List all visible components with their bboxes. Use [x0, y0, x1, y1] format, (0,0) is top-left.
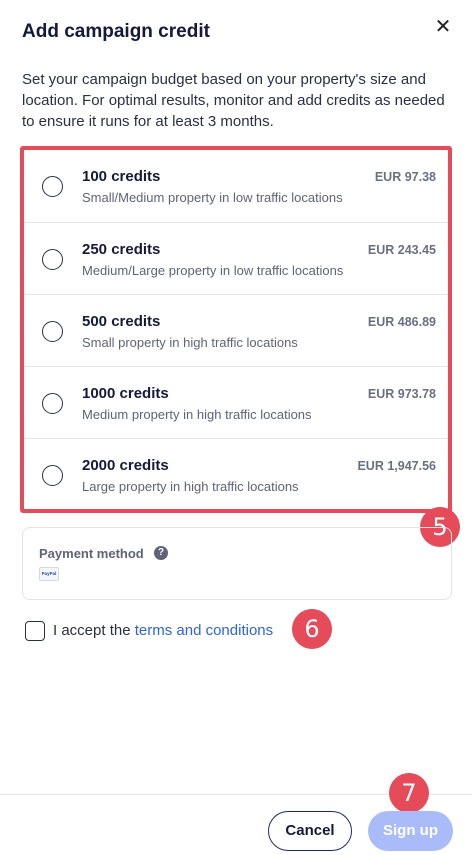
option-title: 1000 credits — [82, 385, 169, 402]
cancel-button[interactable]: Cancel — [268, 811, 352, 851]
option-subtitle: Medium/Large property in low traffic loc… — [82, 263, 344, 278]
close-icon[interactable]: ✕ — [430, 14, 456, 40]
option-subtitle: Small/Medium property in low traffic loc… — [82, 190, 343, 205]
radio-button[interactable] — [42, 393, 63, 414]
terms-text: I accept the terms and conditions — [53, 622, 273, 639]
dialog-title: Add campaign credit — [22, 21, 210, 42]
option-price: EUR 1,947.56 — [357, 459, 436, 473]
sign-up-button[interactable]: Sign up — [368, 811, 453, 851]
radio-button[interactable] — [42, 249, 63, 270]
option-title: 250 credits — [82, 241, 161, 258]
credit-option-2000[interactable]: 2000 credits Large property in high traf… — [24, 438, 448, 510]
option-price: EUR 486.89 — [367, 315, 436, 329]
dialog-header: Add campaign credit ✕ — [22, 16, 456, 50]
credit-option-250[interactable]: 250 credits Medium/Large property in low… — [24, 222, 448, 294]
radio-button[interactable] — [42, 176, 63, 197]
payment-method-box: Payment method ? PayPal — [22, 527, 452, 600]
credit-option-500[interactable]: 500 credits Small property in high traff… — [24, 294, 448, 366]
option-title: 500 credits — [82, 313, 161, 330]
question-circle-icon[interactable]: ? — [154, 546, 168, 560]
radio-button[interactable] — [42, 321, 63, 342]
dialog-description: Set your campaign budget based on your p… — [22, 71, 445, 130]
terms-link[interactable]: terms and conditions — [135, 622, 273, 639]
annotation-badge-7: 7 — [389, 773, 429, 813]
credit-options-list: 100 credits Small/Medium property in low… — [20, 146, 452, 513]
option-subtitle: Small property in high traffic locations — [82, 335, 298, 350]
option-price: EUR 973.78 — [367, 387, 436, 401]
paypal-logo-icon: PayPal — [39, 567, 59, 581]
option-subtitle: Large property in high traffic locations — [82, 479, 299, 494]
terms-prefix: I accept the — [53, 622, 135, 639]
radio-button[interactable] — [42, 465, 63, 486]
payment-method-label: Payment method — [39, 546, 144, 561]
option-subtitle: Medium property in high traffic location… — [82, 407, 312, 422]
credit-option-100[interactable]: 100 credits Small/Medium property in low… — [24, 150, 448, 222]
option-price: EUR 243.45 — [367, 243, 436, 257]
annotation-badge-6: 6 — [292, 609, 332, 649]
option-title: 100 credits — [82, 168, 161, 185]
terms-checkbox[interactable] — [25, 621, 45, 641]
credit-option-1000[interactable]: 1000 credits Medium property in high tra… — [24, 366, 448, 438]
option-price: EUR 97.38 — [374, 170, 436, 184]
option-title: 2000 credits — [82, 457, 169, 474]
